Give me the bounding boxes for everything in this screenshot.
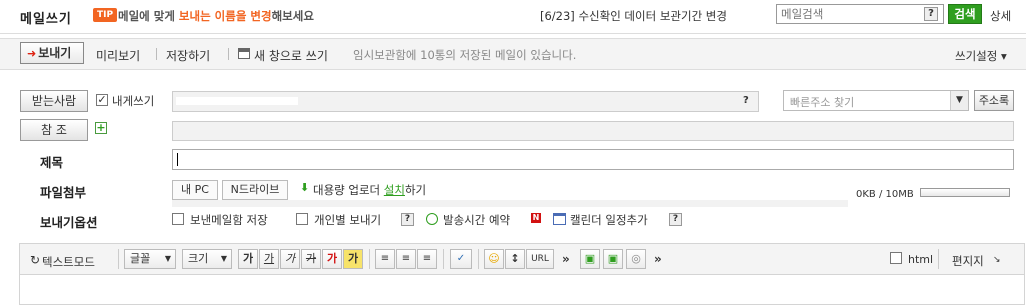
subject-input[interactable] (172, 149, 1014, 170)
cc-button[interactable]: 참 조 (20, 119, 88, 141)
tip-text[interactable]: 메일에 맞게 보내는 이름을 변경해보세요 (118, 8, 314, 24)
send-options-label: 보내기옵션 (40, 215, 98, 230)
attachment-drop-area[interactable] (172, 200, 848, 207)
toolbar-divider (228, 48, 229, 60)
file-insert-icon[interactable]: ▣ (603, 249, 623, 269)
attach-label: 파일첨부 (40, 185, 87, 200)
search-help-icon[interactable]: ? (924, 7, 938, 21)
draft-info-text: 임시보관함에 10통의 저장된 메일이 있습니다. (353, 48, 577, 62)
font-size-select[interactable]: 크기 ▼ (182, 249, 232, 269)
text-mode-button[interactable]: 텍스트모드 (42, 254, 95, 270)
italic-button[interactable]: 가 (280, 249, 300, 269)
calendar-add-link[interactable]: 캘린더 일정추가 (570, 212, 648, 228)
editor-divider (478, 249, 479, 269)
to-self-checkbox[interactable]: ✓ (96, 94, 108, 106)
compose-settings-menu[interactable]: 쓰기설정 ▾ (955, 48, 1007, 64)
editor-divider (118, 249, 119, 269)
new-window-icon (238, 48, 250, 59)
map-insert-icon[interactable]: ◎ (626, 249, 646, 269)
spellcheck-icon[interactable]: ✓ (450, 249, 472, 269)
save-sent-checkbox[interactable] (172, 213, 184, 225)
chevron-down-icon: ↘ (993, 255, 1001, 265)
add-cc-icon[interactable]: + (95, 122, 107, 134)
attach-tab-ndrive[interactable]: N드라이브 (222, 180, 288, 200)
quick-address-select[interactable]: 빠른주소 찾기 ▼ (783, 90, 969, 111)
align-center-icon[interactable]: ≡ (396, 249, 416, 269)
address-book-button[interactable]: 주소록 (974, 90, 1014, 111)
mail-search-input[interactable] (777, 5, 917, 23)
save-sent-label: 보낸메일함 저장 (190, 213, 268, 227)
more-tools-icon-2[interactable]: » (654, 252, 662, 266)
individual-send-checkbox[interactable] (296, 213, 308, 225)
schedule-send-link[interactable]: 발송시간 예약 (443, 212, 510, 228)
recipient-button[interactable]: 받는사람 (20, 90, 88, 112)
recipient-text (176, 97, 298, 105)
new-window-button[interactable]: 새 창으로 쓰기 (254, 47, 328, 64)
align-left-icon[interactable]: ≡ (375, 249, 395, 269)
send-button[interactable]: ➜ 보내기 (20, 42, 84, 64)
tip-badge: TIP (93, 8, 118, 22)
tip-text-highlight: 보내는 이름을 변경 (178, 9, 272, 23)
strikethrough-button[interactable]: 가 (301, 249, 321, 269)
font-color-button[interactable]: 가 (322, 249, 342, 269)
tip-text-part2: 해보세요 (271, 9, 314, 23)
save-button[interactable]: 저장하기 (166, 47, 210, 64)
individual-send-help-icon[interactable]: ? (401, 213, 414, 226)
line-height-icon[interactable]: ↕ (505, 249, 525, 269)
bold-button[interactable]: 가 (238, 249, 258, 269)
toolbar-divider (156, 48, 157, 60)
attach-tab-pc[interactable]: 내 PC (172, 180, 218, 200)
arrow-right-icon: ➜ (27, 47, 37, 60)
editor-divider (369, 249, 370, 269)
chevron-down-icon: ▼ (950, 91, 968, 110)
detail-search-link[interactable]: 상세 (990, 8, 1011, 24)
clock-icon (426, 213, 438, 225)
download-icon: ⬇ (300, 181, 310, 194)
bulk-uploader-install-link[interactable]: 설치 (384, 183, 405, 197)
cc-field[interactable] (172, 121, 1014, 141)
refresh-icon: ↻ (30, 253, 41, 267)
editor-body[interactable] (19, 275, 1025, 305)
notice-link[interactable]: [6/23] 수신확인 데이터 보관기간 변경 (540, 8, 727, 24)
font-family-select[interactable]: 글꼴 ▼ (124, 249, 176, 269)
page-title: 메일쓰기 (20, 12, 72, 27)
preview-button[interactable]: 미리보기 (96, 47, 140, 64)
individual-send-label: 개인별 보내기 (314, 213, 382, 227)
subject-label: 제목 (40, 155, 64, 170)
font-family-value: 글꼴 (130, 252, 151, 265)
underline-button[interactable]: 가 (259, 249, 279, 269)
chevron-down-icon: ▼ (220, 254, 227, 263)
html-mode-label: html (908, 253, 934, 266)
send-button-label: 보내기 (38, 46, 72, 60)
calendar-icon (553, 213, 566, 225)
to-self-label: 내게쓰기 (112, 94, 155, 108)
tip-text-part1: 메일에 맞게 (118, 9, 179, 23)
editor-divider (443, 249, 444, 269)
align-right-icon[interactable]: ≡ (417, 249, 437, 269)
link-url-button[interactable]: URL (526, 249, 554, 269)
chevron-down-icon: ▼ (164, 254, 171, 263)
html-mode-checkbox[interactable] (890, 252, 902, 264)
bulk-uploader-text-part1: 대용량 업로더 (313, 183, 384, 197)
bulk-uploader-text-part2: 하기 (404, 183, 427, 197)
search-button[interactable]: 검색 (948, 4, 982, 24)
emoticon-icon[interactable]: ☺ (484, 249, 504, 269)
mail-search-box (776, 4, 944, 24)
font-size-value: 크기 (188, 252, 209, 265)
calendar-help-icon[interactable]: ? (669, 213, 682, 226)
editor-divider (938, 249, 939, 269)
bulk-uploader-text: 대용량 업로더 설치하기 (313, 182, 426, 198)
stationery-button[interactable]: 편지지 (952, 253, 984, 269)
image-insert-icon[interactable]: ▣ (580, 249, 600, 269)
background-color-button[interactable]: 가 (343, 249, 363, 269)
quota-progress-bar (920, 188, 1010, 197)
recipient-help-icon[interactable]: ? (743, 95, 749, 106)
new-badge: N (531, 213, 541, 223)
quick-address-placeholder: 빠른주소 찾기 (790, 96, 855, 109)
text-cursor (177, 153, 178, 166)
quota-text: 0KB / 10MB (856, 189, 914, 200)
more-tools-icon[interactable]: » (562, 252, 570, 266)
